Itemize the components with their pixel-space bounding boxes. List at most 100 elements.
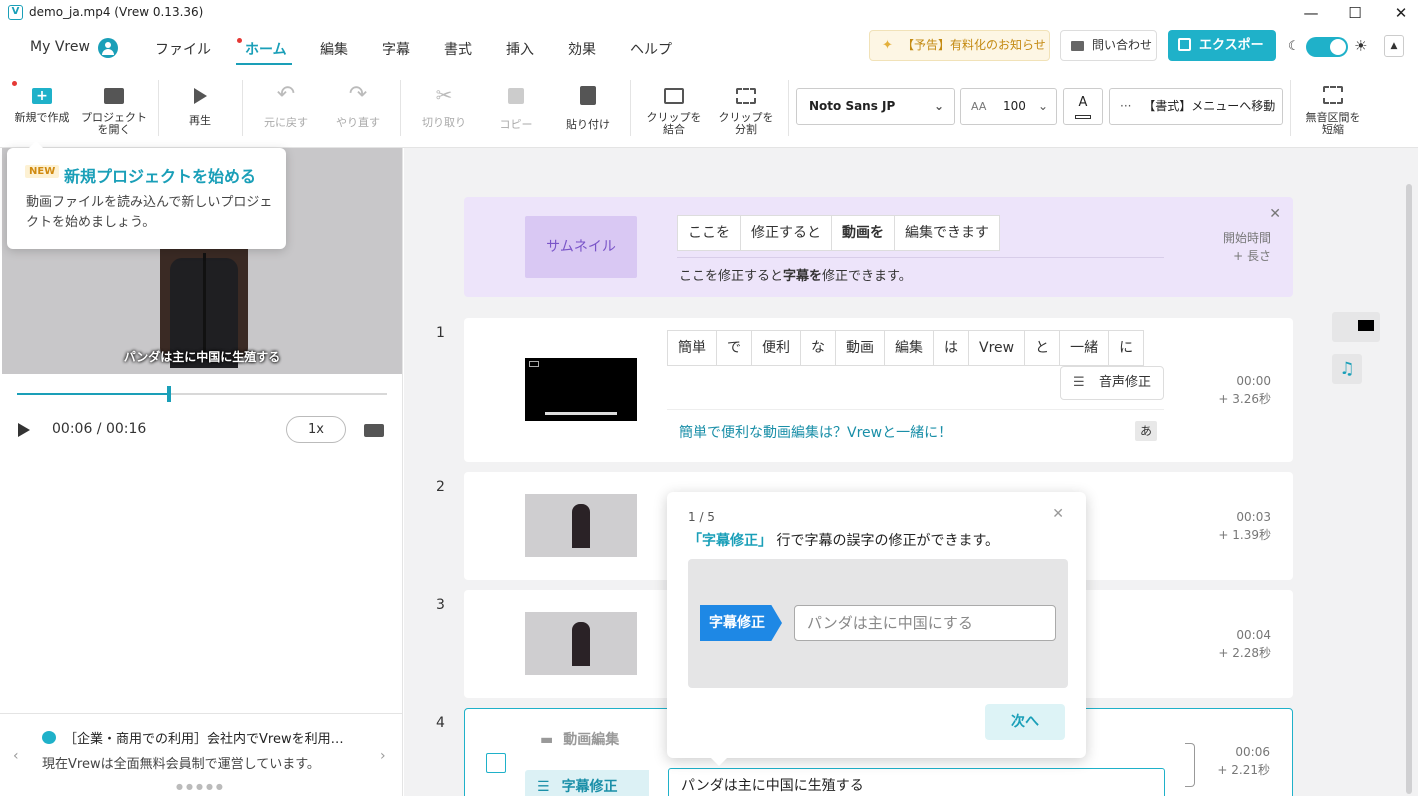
thumbnail-label[interactable]: サムネイル: [525, 216, 637, 278]
music-note-icon[interactable]: ♫: [1332, 354, 1362, 384]
audio-fix-label: 音声修正: [1099, 375, 1152, 390]
minimize-button[interactable]: —: [1296, 2, 1326, 24]
sun-icon: ☀: [1354, 37, 1368, 55]
menu-effect[interactable]: 効果: [568, 39, 596, 59]
word-chip[interactable]: に: [1108, 330, 1145, 366]
plus-icon: +: [32, 88, 52, 104]
word-chip[interactable]: 修正すると: [740, 215, 832, 251]
font-family-select[interactable]: Noto Sans JP ⌄: [796, 88, 955, 125]
maximize-button[interactable]: ☐: [1340, 2, 1370, 24]
clip-row[interactable]: 簡単で便利な動画 編集は Vrew と一緒に ☰ 音声修正 簡単で便利な動画編集は？V…: [464, 318, 1293, 462]
word-chip[interactable]: 動画を: [831, 215, 895, 251]
menu-subtitle[interactable]: 字幕: [382, 39, 410, 59]
menu-home[interactable]: ホーム: [245, 39, 287, 59]
clip-checkbox[interactable]: [486, 753, 506, 773]
menu-file[interactable]: ファイル: [155, 39, 211, 59]
audio-fix-button[interactable]: ☰ 音声修正: [1060, 366, 1164, 400]
fullscreen-icon[interactable]: [364, 424, 384, 437]
next-button[interactable]: 次へ: [985, 704, 1065, 740]
merge-label-2: 結合: [663, 123, 685, 136]
close-icon[interactable]: ✕: [1269, 206, 1281, 222]
left-panel: パンダは主に中国に生殖する NEW 新規プロジェクトを始める 動画ファイルを読み…: [0, 141, 403, 796]
word-chip[interactable]: 編集できます: [894, 215, 1000, 251]
cut-button[interactable]: ✂ 切り取り: [412, 68, 476, 148]
clip-thumbnail[interactable]: [525, 494, 637, 557]
word-chip[interactable]: 一緒: [1059, 330, 1110, 366]
word-chip[interactable]: 動画: [835, 330, 885, 366]
clipboard-icon: [580, 86, 596, 105]
font-color-button[interactable]: A: [1063, 88, 1103, 125]
format-menu-button[interactable]: ··· 【書式】メニューへ移動: [1109, 88, 1283, 125]
play-icon[interactable]: [18, 423, 30, 437]
subtitle-edit-label[interactable]: ☰ 字幕修正: [525, 770, 649, 796]
menu-edit[interactable]: 編集: [320, 39, 348, 59]
seek-bar[interactable]: [17, 386, 387, 402]
new-badge: NEW: [25, 165, 60, 178]
word-chip[interactable]: と: [1024, 330, 1061, 366]
play-button[interactable]: 再生: [170, 68, 230, 148]
caption-pre: ここを修正すると: [679, 269, 784, 284]
word-chip[interactable]: は: [933, 330, 969, 366]
word-chip[interactable]: な: [800, 330, 836, 366]
info-title[interactable]: ［企業・商用での利用］会社内でVrewを利用…: [64, 728, 364, 747]
kana-button[interactable]: あ: [1135, 421, 1157, 441]
close-icon[interactable]: ✕: [1052, 506, 1064, 522]
tooltip-desc: 動画ファイルを読み込んで新しいプロジェクトを始めましょう。: [26, 195, 273, 230]
carousel-dots[interactable]: ●●●●●: [176, 782, 226, 791]
start-time: 00:00: [1236, 374, 1271, 388]
word-chip[interactable]: 便利: [751, 330, 801, 366]
chevron-left-icon[interactable]: ‹: [13, 748, 19, 764]
user-avatar-icon[interactable]: [98, 38, 118, 58]
font-size-select[interactable]: AA 100 ⌄: [960, 88, 1057, 125]
open-project-button[interactable]: プロジェクト を開く: [78, 68, 150, 148]
copy-button[interactable]: コピー: [484, 68, 548, 148]
word-chip[interactable]: 編集: [884, 330, 934, 366]
menu-insert[interactable]: 挿入: [506, 39, 534, 59]
subtitle-edit-input[interactable]: パンダは主に中国に生殖する: [668, 768, 1165, 796]
menu-format[interactable]: 書式: [444, 39, 472, 59]
shorten-icon: [1323, 86, 1343, 104]
notice-button[interactable]: ✦ 【予告】有料化のお知らせ: [869, 30, 1050, 61]
word-chip[interactable]: Vrew: [968, 330, 1026, 366]
video-mic-stand: [203, 253, 206, 353]
chevron-right-icon[interactable]: ›: [380, 748, 386, 764]
word-chip[interactable]: 簡単: [667, 330, 717, 366]
export-icon: [1178, 38, 1191, 51]
new-project-button[interactable]: + 新規で作成: [8, 68, 76, 148]
paste-button[interactable]: 貼り付け: [556, 68, 620, 148]
merge-clip-button[interactable]: クリップを 結合: [640, 68, 708, 148]
clip-number: 2: [436, 479, 445, 495]
duration: + 3.26秒: [1218, 392, 1271, 406]
word-chip[interactable]: で: [716, 330, 752, 366]
popup-message-text: 行で字幕の誤字の修正ができます。: [776, 533, 1000, 549]
split-clip-button[interactable]: クリップを 分割: [712, 68, 780, 148]
start-time: 00:03: [1236, 510, 1271, 524]
cut-label: 切り取り: [422, 116, 466, 129]
clip-caption[interactable]: 簡単で便利な動画編集は？Vrewと一緒に！: [679, 422, 952, 442]
clip-overlay-icon[interactable]: [1332, 312, 1380, 342]
redo-icon: ↷: [348, 82, 368, 107]
my-vrew-link[interactable]: My Vrew: [30, 39, 90, 55]
undo-button[interactable]: ↶ 元に戻す: [254, 68, 318, 148]
clip-thumbnail[interactable]: [525, 612, 637, 675]
thumbnail-caption[interactable]: ここを修正すると字幕を修正できます。: [679, 265, 912, 284]
redo-button[interactable]: ↷ やり直す: [326, 68, 390, 148]
collapse-ribbon-button[interactable]: ▲: [1384, 35, 1404, 57]
contact-button[interactable]: 問い合わせ: [1060, 30, 1157, 61]
playback-speed-button[interactable]: 1x: [286, 416, 346, 443]
clip-thumbnail[interactable]: [525, 358, 637, 421]
sliders-icon: ☰: [1073, 375, 1085, 390]
dark-mode-toggle[interactable]: [1306, 37, 1348, 57]
merge-icon: [664, 88, 684, 104]
chevron-down-icon: ⌄: [933, 99, 944, 113]
close-window-button[interactable]: ✕: [1386, 2, 1416, 24]
scrollbar[interactable]: [1406, 184, 1412, 794]
word-chip[interactable]: ここを: [677, 215, 741, 251]
thumbnail-time: 開始時間 + 長さ: [1223, 229, 1271, 265]
start-time-label: 開始時間: [1222, 231, 1271, 245]
seek-handle[interactable]: [166, 386, 171, 402]
shorten-silence-button[interactable]: 無音区間を 短縮: [1298, 68, 1368, 148]
menu-help[interactable]: ヘルプ: [630, 39, 672, 59]
export-button[interactable]: エクスポート: [1168, 30, 1276, 84]
video-edit-label[interactable]: ▬ 動画編集: [540, 729, 619, 749]
